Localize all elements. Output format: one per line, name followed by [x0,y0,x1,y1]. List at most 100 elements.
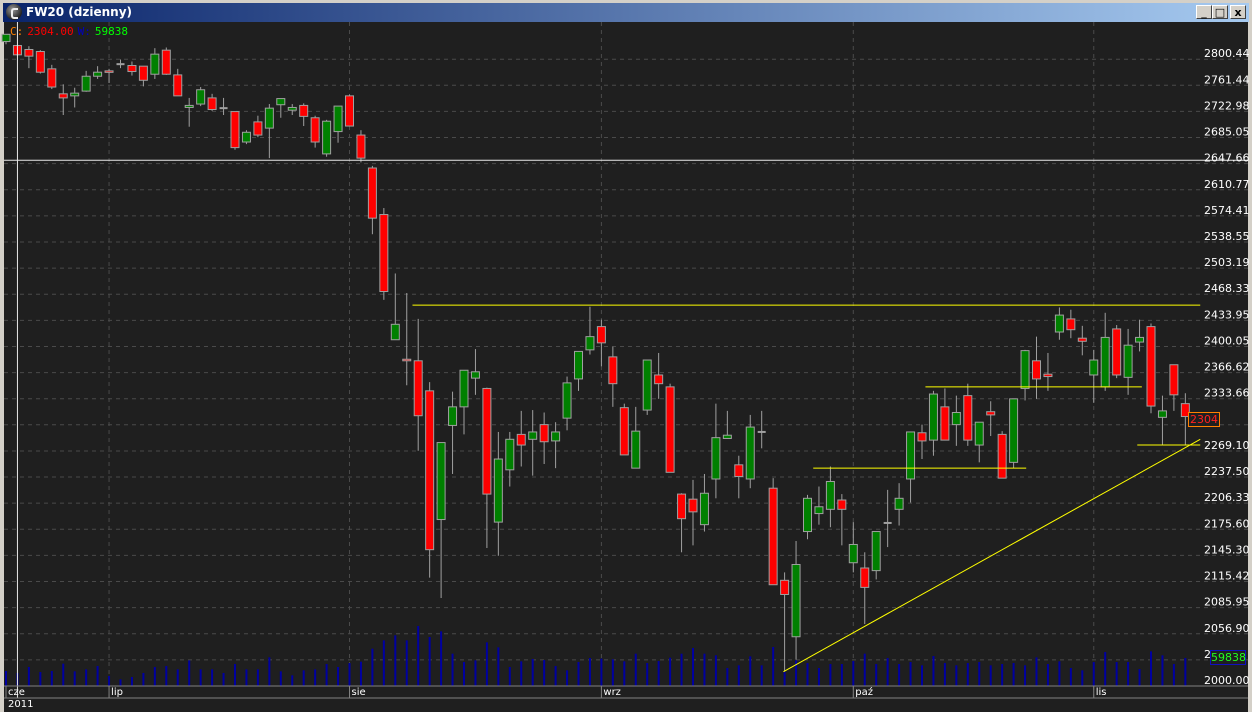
candle [814,486,824,525]
volume-bar [623,661,626,686]
month-label: cze [8,687,25,698]
volume-bar [417,626,420,686]
candle [825,466,835,528]
candle-body [1169,364,1179,396]
candlestick-chart[interactable]: 2800.44 2761.44 2722.98 2685.05 2647.66 2610.… [0,0,1252,712]
candle-body [1066,318,1076,331]
volume-bar [463,662,465,686]
volume-bar [62,663,65,686]
candle-body [459,369,469,408]
candle [1169,364,1179,411]
candle [539,412,549,465]
volume-bar [588,658,591,686]
candle [883,489,892,548]
candle [608,346,618,407]
candle-body [310,117,320,143]
y-tick-label: 2115.42 [1204,570,1250,583]
candle [619,403,629,456]
candle-body [356,134,366,159]
volume-bar [966,663,969,686]
candle [928,390,938,456]
candle [253,115,263,138]
candle-body [345,95,354,127]
candle [356,130,366,163]
volume-bar [337,667,340,686]
candle-body [1157,410,1167,418]
volume-bar [325,664,328,686]
volume-bar [852,661,855,686]
candle-body [1054,314,1064,333]
volume-bar [211,669,214,686]
volume-bar [669,657,672,686]
volume-bar [1035,657,1038,686]
volume-bar [955,665,958,686]
candle-body [1,33,11,43]
volume-bar [680,653,683,686]
candle [127,61,137,76]
candle [860,552,870,625]
volume-bar [188,660,191,686]
candle-body [997,433,1007,479]
candle [345,94,354,127]
candle-body [1100,336,1110,388]
candle-body [367,167,377,219]
candle-body [1146,326,1156,407]
candle-body [734,464,744,477]
volume-bar [943,663,946,686]
candle [551,422,561,469]
volume-bar [1138,669,1141,686]
volume-bar [1172,664,1175,686]
volume-bar [714,655,717,686]
candle-body [35,50,45,73]
volume-bar [1024,665,1027,686]
candle [1123,328,1133,395]
candle [1089,349,1099,403]
y-tick-label: 2333.66 [1204,387,1250,400]
volume-bar [886,658,889,686]
volume-bar [451,653,454,686]
candle-body [1112,328,1122,376]
volume-bar [1104,652,1107,686]
y-tick-label: 2145.30 [1204,543,1250,556]
candle-body [803,497,812,533]
candle-body [333,105,343,133]
candle-body [173,74,183,97]
candle-body [791,563,801,638]
volume-bar [302,670,305,686]
candle [677,493,687,553]
candle-body [871,531,881,572]
candle-body [848,543,858,564]
candle-body [390,323,400,341]
candle [413,318,423,451]
volume-bar [657,661,660,686]
month-label: lip [111,687,123,698]
volume-bar [279,671,282,686]
y-tick-label: 2206.33 [1204,491,1250,504]
y-tick-label: 2685.05 [1204,126,1250,139]
candle-body [104,70,114,73]
candle [1077,325,1087,356]
candle [940,388,950,441]
candle [917,424,927,460]
volume-bar [5,671,7,686]
y-tick-label: 2468.33 [1204,282,1250,295]
candle-body [58,93,68,99]
candle-body [413,360,423,417]
candle [299,103,309,127]
volume-bar [566,670,569,686]
candle-body [928,393,938,441]
candle [585,306,595,355]
candle-body [1123,344,1133,378]
candle [642,359,652,415]
candle [986,401,996,437]
candle-body [745,426,755,480]
volume-bar [199,669,202,686]
volume-bar [520,661,523,686]
candle [837,494,847,546]
volume-bar [634,653,637,686]
y-axis-labels: 2800.44 2761.44 2722.98 2685.05 2647.66 2610.… [1204,47,1250,687]
candle-body [986,411,996,416]
y-tick-label: 2085.95 [1204,596,1250,609]
y-tick-label: 2000.00 [1204,674,1250,687]
candle [310,115,320,148]
